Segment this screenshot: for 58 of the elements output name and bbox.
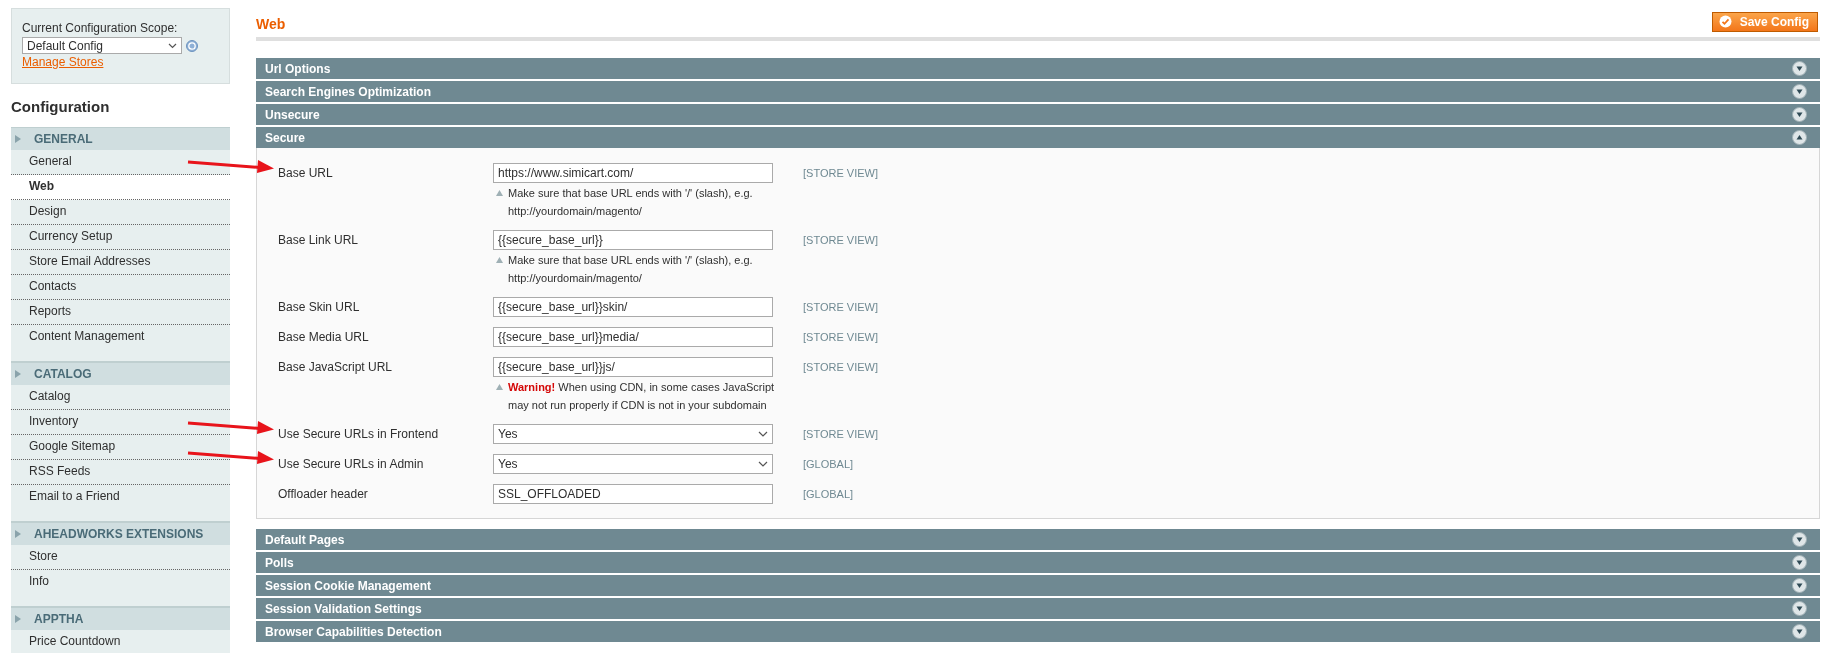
field-label: Base Link URL [277, 232, 360, 249]
section-header[interactable]: Session Cookie Management [256, 575, 1820, 596]
field-label: Use Secure URLs in Frontend [277, 426, 440, 443]
scope-label: [STORE VIEW] [803, 427, 879, 442]
sidebar-item[interactable]: RSS Feeds [11, 460, 230, 485]
field-label: Base Skin URL [277, 299, 361, 316]
section-header[interactable]: Url Options [256, 58, 1820, 79]
sidebar-item[interactable]: Web [11, 175, 230, 200]
select-field[interactable]: Yes [493, 454, 773, 474]
sidebar-item[interactable]: Design [11, 200, 230, 225]
scope-select[interactable]: Default Config [22, 37, 182, 54]
section-header[interactable]: Secure [256, 127, 1820, 148]
sidebar-item[interactable]: Inventory [11, 410, 230, 435]
sidebar-item[interactable]: Google Sitemap [11, 435, 230, 460]
group-header[interactable]: GENERAL [11, 127, 230, 150]
scope-label: [GLOBAL] [803, 457, 855, 472]
sidebar-item[interactable]: Contacts [11, 275, 230, 300]
section-header[interactable]: Session Validation Settings [256, 598, 1820, 619]
text-field[interactable]: {{secure_base_url}}skin/ [493, 297, 773, 317]
section-header[interactable]: Polls [256, 552, 1820, 573]
group-header[interactable]: CATALOG [11, 362, 230, 385]
field-label: Offloader header [277, 486, 369, 503]
sidebar-item[interactable]: Content Management [11, 325, 230, 349]
sidebar-item[interactable]: Currency Setup [11, 225, 230, 250]
section-header[interactable]: Browser Capabilities Detection [256, 621, 1820, 642]
field-label: Base URL [277, 165, 334, 182]
scope-label: [STORE VIEW] [803, 233, 879, 248]
sidebar-item[interactable]: Catalog [11, 385, 230, 410]
text-field[interactable]: {{secure_base_url}}js/ [493, 357, 773, 377]
field-label: Base JavaScript URL [277, 359, 394, 376]
section-header[interactable]: Default Pages [256, 529, 1820, 550]
scope-label: [GLOBAL] [803, 487, 855, 502]
field-note: Make sure that base URL ends with '/' (slash), e.g. http://yourdomain/magento/ [508, 186, 754, 219]
scope-label: [STORE VIEW] [803, 360, 879, 375]
text-field[interactable]: {{secure_base_url}}media/ [493, 327, 773, 347]
text-field[interactable]: {{secure_base_url}} [493, 230, 773, 250]
scope-label: Current Configuration Scope: [22, 21, 179, 35]
scope-label: [STORE VIEW] [803, 166, 879, 181]
sidebar-item[interactable]: Info [11, 570, 230, 594]
section-header[interactable]: Search Engines Optimization [256, 81, 1820, 102]
group-header[interactable]: AHEADWORKS EXTENSIONS [11, 522, 230, 545]
field-label: Use Secure URLs in Admin [277, 456, 425, 473]
field-note: Make sure that base URL ends with '/' (slash), e.g. http://yourdomain/magento/ [508, 253, 754, 286]
section-header[interactable]: Unsecure [256, 104, 1820, 125]
sidebar-item[interactable]: Price Countdown [11, 630, 230, 653]
text-field[interactable]: SSL_OFFLOADED [493, 484, 773, 504]
page-title: Web [256, 14, 286, 32]
sidebar-item[interactable]: Store [11, 545, 230, 570]
field-label: Base Media URL [277, 329, 370, 346]
scope-label: [STORE VIEW] [803, 300, 879, 315]
sidebar-item[interactable]: Email to a Friend [11, 485, 230, 509]
select-field[interactable]: Yes [493, 424, 773, 444]
scope-label: [STORE VIEW] [803, 330, 879, 345]
sidebar-item[interactable]: Reports [11, 300, 230, 325]
field-note: Warning! When using CDN, in some cases JavaScript may not run properly if CDN is not in your subdomain [508, 380, 776, 413]
group-header[interactable]: APPTHA [11, 607, 230, 630]
text-field[interactable]: https://www.simicart.com/ [493, 163, 773, 183]
sidebar-item[interactable]: Store Email Addresses [11, 250, 230, 275]
